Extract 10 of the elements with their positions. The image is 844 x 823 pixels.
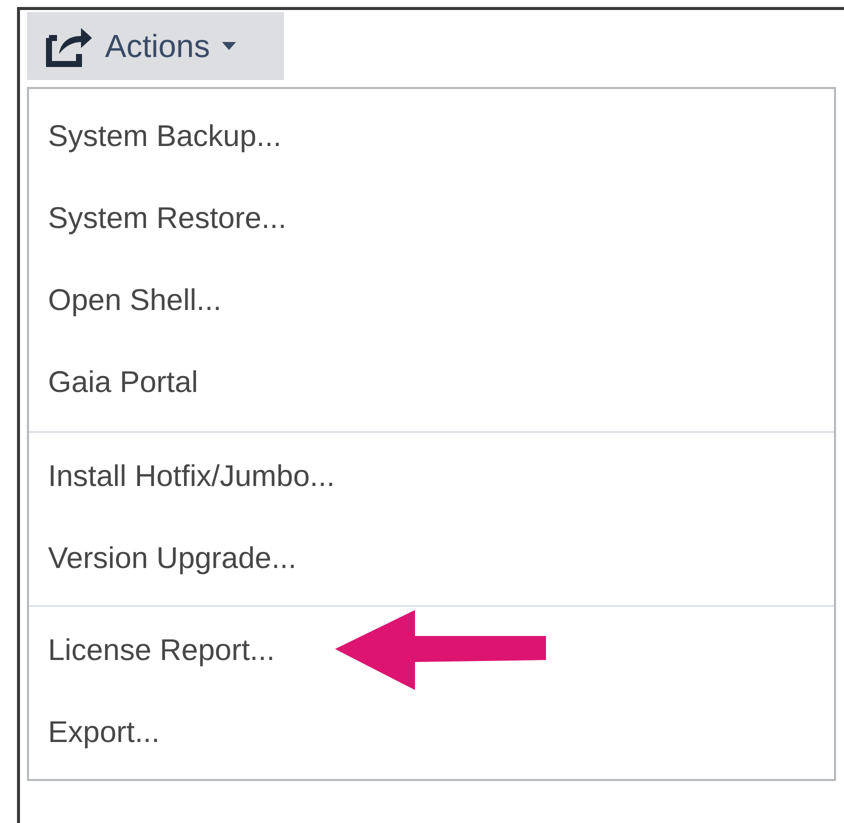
menu-item[interactable]: Gaia Portal xyxy=(48,360,198,404)
menu-item[interactable]: Open Shell... xyxy=(48,278,222,322)
menu-item[interactable]: Version Upgrade... xyxy=(48,536,296,580)
menu-item[interactable]: Install Hotfix/Jumbo... xyxy=(48,454,335,498)
menu-item[interactable]: License Report... xyxy=(48,628,275,672)
menu-item[interactable]: System Restore... xyxy=(48,196,286,240)
actions-button[interactable]: Actions xyxy=(27,12,284,80)
menu-item[interactable]: System Backup... xyxy=(48,114,282,158)
caret-icon xyxy=(222,42,236,50)
menu-item[interactable]: Export... xyxy=(48,710,160,754)
